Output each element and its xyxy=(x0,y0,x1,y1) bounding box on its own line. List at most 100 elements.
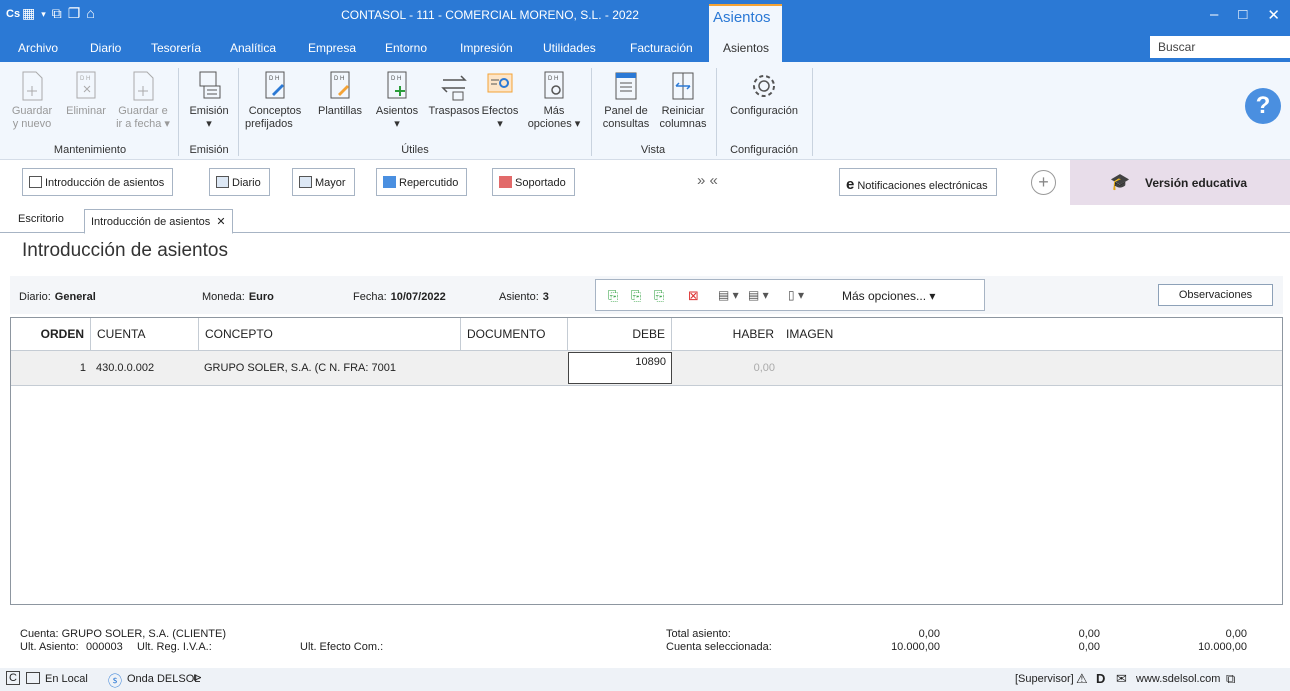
menu-utilidades[interactable]: Utilidades xyxy=(543,41,596,55)
traspasos-button[interactable]: Traspasos xyxy=(426,70,482,118)
fecha-field: Fecha: 10/07/2022 xyxy=(353,291,446,303)
help-button[interactable]: ? xyxy=(1245,88,1281,124)
header-cuenta[interactable]: CUENTA xyxy=(91,318,199,351)
insert-row-icon[interactable]: ⎘ xyxy=(608,288,618,304)
repercutido-button[interactable]: Repercutido xyxy=(376,168,468,196)
effects-icon xyxy=(487,73,513,93)
group-utiles: Útiles xyxy=(401,144,429,156)
ribbon-separator xyxy=(812,68,813,156)
menu-impresion[interactable]: Impresión xyxy=(460,41,513,55)
cuenta-seleccionada-label: Cuenta seleccionada: xyxy=(666,641,772,653)
document-add-icon xyxy=(133,71,154,101)
menu-diario[interactable]: Diario xyxy=(90,41,121,55)
guardar-nuevo-button[interactable]: Guardar y nuevo xyxy=(5,70,59,131)
cell-documento[interactable] xyxy=(461,351,568,386)
insert-below-icon[interactable]: ⎘ xyxy=(654,288,664,304)
minimize-button[interactable]: – xyxy=(1210,6,1218,24)
tab-escritorio[interactable]: Escritorio xyxy=(18,213,64,225)
c-icon[interactable]: C xyxy=(6,671,20,685)
transfer-icon xyxy=(441,75,467,101)
mayor-button[interactable]: Mayor xyxy=(292,168,355,196)
copy-row-icon[interactable]: ▤ ▾ xyxy=(718,288,739,302)
cell-cuenta[interactable]: 430.0.0.002 xyxy=(91,351,199,386)
add-button[interactable]: + xyxy=(1031,170,1056,195)
asientos-button[interactable]: D H Asientos ▾ xyxy=(371,70,423,131)
configuracion-button[interactable]: Configuración xyxy=(720,70,808,118)
sel-saldo: 10.000,00 xyxy=(1198,641,1247,653)
sel-debe: 10.000,00 xyxy=(891,641,940,653)
template-icon: D H xyxy=(330,71,350,99)
debe-input[interactable]: 10890 xyxy=(568,352,672,384)
emision-button[interactable]: Emisión ▾ xyxy=(184,70,234,131)
ribbon-separator xyxy=(716,68,717,156)
mas-opciones-button[interactable]: D H Más opciones ▾ xyxy=(524,70,584,131)
menu-analitica[interactable]: Analítica xyxy=(230,41,276,55)
svg-text:D H: D H xyxy=(334,76,344,82)
menu-entorno[interactable]: Entorno xyxy=(385,41,427,55)
diario-button[interactable]: Diario xyxy=(209,168,270,196)
cell-orden[interactable]: 1 xyxy=(11,351,91,386)
group-configuracion: Configuración xyxy=(730,144,798,156)
window-controls: – □ ✕ xyxy=(1210,6,1280,24)
tab-introduccion-asientos[interactable]: Introducción de asientos ✕ xyxy=(84,209,233,234)
insert-above-icon[interactable]: ⎘ xyxy=(631,288,641,304)
document-options-icon[interactable]: ▯ ▾ xyxy=(788,288,804,302)
introduccion-asientos-button[interactable]: Introducción de asientos xyxy=(22,168,174,196)
e-icon: e xyxy=(846,176,855,193)
grid-header: ORDEN CUENTA CONCEPTO DOCUMENTO DEBE HAB… xyxy=(11,318,1282,351)
close-button[interactable]: ✕ xyxy=(1267,6,1280,24)
input-vat-icon xyxy=(499,176,512,188)
conceptos-prefijados-button[interactable]: D H Conceptos prefijados xyxy=(242,70,308,131)
search-input[interactable]: Buscar xyxy=(1150,36,1290,58)
window-icon[interactable]: ⧉ xyxy=(1226,671,1235,687)
local-icon xyxy=(26,672,40,684)
svg-text:D H: D H xyxy=(80,76,90,82)
asiento-field: Asiento: 3 xyxy=(499,291,549,303)
cuenta-info: Cuenta: GRUPO SOLER, S.A. (CLIENTE) xyxy=(20,628,227,640)
mas-opciones-dropdown[interactable]: Más opciones... ▾ xyxy=(842,289,935,303)
menu-asientos[interactable]: Asientos xyxy=(709,34,782,62)
play-icon[interactable]: ⊳ xyxy=(193,671,202,684)
context-tab-label: Asientos xyxy=(709,4,782,34)
guardar-fecha-button[interactable]: Guardar e ir a fecha ▾ xyxy=(112,70,174,131)
header-concepto[interactable]: CONCEPTO xyxy=(199,318,461,351)
mail-icon[interactable]: ✉ xyxy=(1116,671,1127,687)
cell-haber[interactable]: 0,00 xyxy=(672,351,780,386)
onda-delsol-label[interactable]: Onda DELSOL xyxy=(127,673,200,685)
header-documento[interactable]: DOCUMENTO xyxy=(461,318,568,351)
entries-grid: ORDEN CUENTA CONCEPTO DOCUMENTO DEBE HAB… xyxy=(10,317,1283,605)
page-title: Introducción de asientos xyxy=(22,240,228,261)
maximize-button[interactable]: □ xyxy=(1238,6,1247,24)
cell-concepto[interactable]: GRUPO SOLER, S.A. (C N. FRA: 7001 xyxy=(199,351,461,386)
total-debe: 0,00 xyxy=(918,628,940,640)
header-imagen[interactable]: IMAGEN xyxy=(780,318,860,351)
notificaciones-button[interactable]: e Notificaciones electrónicas xyxy=(839,168,997,196)
header-orden[interactable]: ORDEN xyxy=(11,318,91,351)
eliminar-button[interactable]: D H Eliminar xyxy=(60,70,112,118)
panel-consultas-button[interactable]: Panel de consultas xyxy=(596,70,656,131)
menu-empresa[interactable]: Empresa xyxy=(308,41,356,55)
table-row[interactable]: 1 430.0.0.002 GRUPO SOLER, S.A. (C N. FR… xyxy=(11,351,1282,386)
efectos-button[interactable]: Efectos ▾ xyxy=(476,70,524,131)
menu-archivo[interactable]: Archivo xyxy=(18,41,58,55)
delete-row-icon[interactable]: ⊠ xyxy=(688,288,699,304)
soportado-button[interactable]: Soportado xyxy=(492,168,575,196)
menu-tesoreria[interactable]: Tesorería xyxy=(151,41,201,55)
warning-icon[interactable]: ⚠ xyxy=(1076,671,1088,687)
close-tab-icon[interactable]: ✕ xyxy=(216,216,225,228)
header-haber[interactable]: HABER xyxy=(672,318,780,351)
menu-facturacion[interactable]: Facturación xyxy=(630,41,693,55)
settings-document-icon: D H xyxy=(544,71,564,99)
plantillas-button[interactable]: D H Plantillas xyxy=(311,70,369,118)
header-debe[interactable]: DEBE xyxy=(568,318,672,351)
d-icon[interactable]: D xyxy=(1096,671,1105,686)
paste-row-icon[interactable]: ▤ ▾ xyxy=(748,288,769,302)
reiniciar-columnas-button[interactable]: Reiniciar columnas xyxy=(656,70,710,131)
row-toolbar: ⎘ ⎘ ⎘ ⊠ ▤ ▾ ▤ ▾ ▯ ▾ Más opciones... ▾ xyxy=(595,279,985,311)
scroll-arrows[interactable]: » « xyxy=(697,172,718,189)
ribbon: Guardar y nuevo D H Eliminar Guardar e i… xyxy=(0,62,1290,160)
entry-icon xyxy=(29,176,42,188)
window-title: CONTASOL - 111 - COMERCIAL MORENO, S.L. … xyxy=(341,8,639,22)
website-link[interactable]: www.sdelsol.com xyxy=(1136,673,1220,685)
observaciones-button[interactable]: Observaciones xyxy=(1158,284,1273,306)
